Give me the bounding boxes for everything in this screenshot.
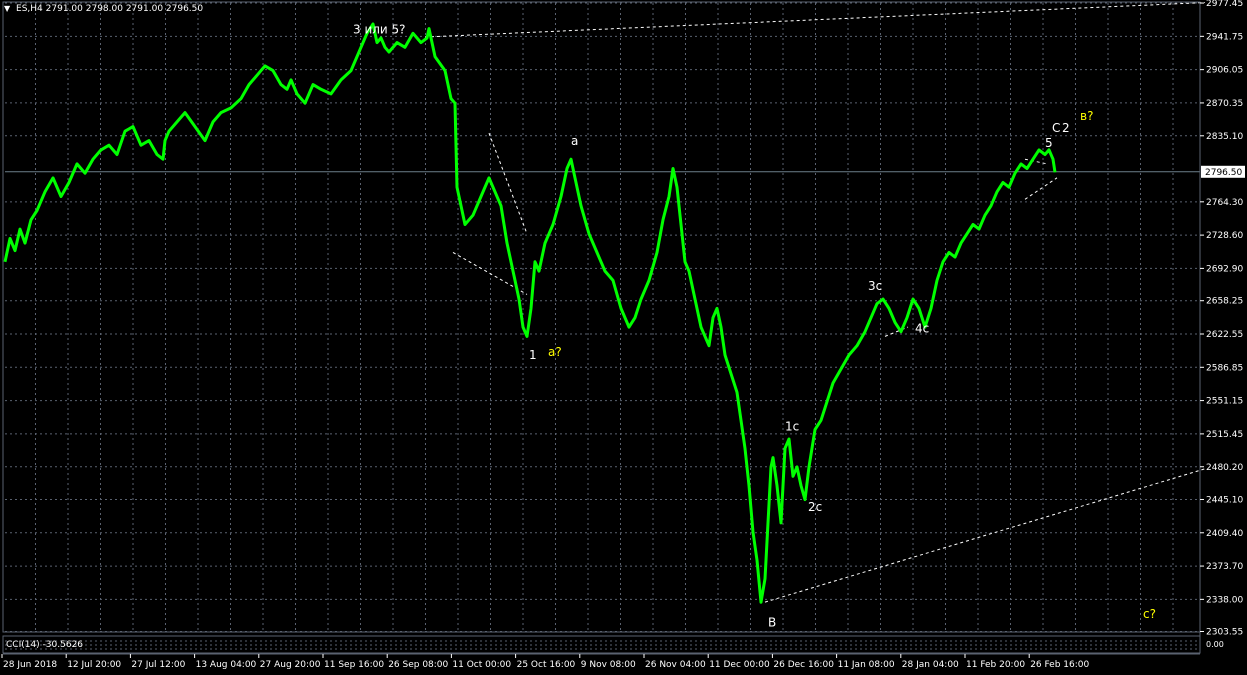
wave-label: 3 или 5? [353,22,406,36]
time-tick-label: 26 Sep 08:00 [388,660,448,670]
price-tick-label: 2480.20 [1206,463,1243,473]
price-line [3,22,1057,604]
time-tick-label: 13 Aug 04:00 [196,660,257,670]
price-tick-label: 2303.55 [1206,627,1243,637]
price-tick-label: 2445.10 [1206,495,1243,505]
time-tick-label: 25 Oct 16:00 [517,660,576,670]
wave-label: 2 [1062,121,1070,135]
trendline [884,326,909,337]
time-tick-label: 28 Jun 2018 [3,660,57,670]
price-tick-label: 2941.75 [1206,32,1243,42]
time-axis: 28 Jun 2018 12 Jul 20:00 27 Jul 12:00 13 Au… [1,653,1200,670]
trendline [1024,158,1048,165]
price-tick-label: 2551.15 [1206,397,1243,407]
wave-label: С [1052,121,1060,135]
price-axis: 2977.45 2941.75 2906.05 2870.35 2835.10 2796.… [1199,0,1245,653]
price-tick-label: 2977.45 [1206,0,1243,9]
wave-label: а? [548,345,562,359]
price-tick-label: 2586.85 [1206,363,1243,373]
trendlines [5,2,1206,603]
price-tick-label: 2658.25 [1206,297,1243,307]
time-tick-label: 9 Nov 08:00 [581,660,636,670]
time-tick-label: 12 Jul 20:00 [67,660,121,670]
price-tick-label: 2409.40 [1206,529,1243,539]
symbol-header: ▼ ES,H4 2791.00 2798.00 2791.00 2796.50 [4,4,203,14]
price-chart[interactable]: 3 или 5? а 1 а? 1с 2с В 3с 4с 5С 2 в? с? 2977.45 2941… [0,0,1247,675]
price-tick-label: 2373.70 [1206,562,1243,572]
chart-window[interactable]: 3 или 5? а 1 а? 1с 2с В 3с 4с 5 С 2 в? с? 2977.45 2941… [0,0,1247,675]
time-tick-label: 26 Dec 16:00 [773,660,834,670]
wave-label: 1с [785,420,799,434]
grid [2,1,1201,654]
wave-label: 3с [868,279,882,293]
price-tick-label: 2338.00 [1206,595,1243,605]
symbol-label: ES,H4 [16,4,43,14]
wave-label: 1 [529,348,537,362]
price-tick-label: 2796.50 [1205,168,1242,178]
price-tick-label: 2515.45 [1206,430,1243,440]
time-tick-label: 11 Oct 00:00 [452,660,511,670]
cci-axis-value: 0.00 [1206,640,1224,649]
time-tick-label: 26 Nov 04:00 [645,660,706,670]
time-tick-label: 11 Dec 00:00 [709,660,770,670]
price-tick-label: 2622.55 [1206,330,1243,340]
triangle-down-icon: ▼ [4,4,11,13]
price-tick-label: 2764.30 [1206,198,1243,208]
wave-label: а [571,134,578,148]
trendline [424,2,1206,38]
trendline [1024,177,1058,200]
wave-label: В [768,615,776,629]
price-tick-label: 2870.35 [1206,99,1243,109]
wave-label: с? [1143,607,1156,621]
time-tick-label: 28 Jan 04:00 [902,660,959,670]
time-tick-label: 26 Feb 16:00 [1030,660,1089,670]
time-tick-label: 27 Aug 20:00 [260,660,321,670]
time-tick-label: 11 Jan 08:00 [838,660,895,670]
cci-indicator-label: CCI(14) -30.5626 [6,640,84,650]
price-tick-label: 2906.05 [1206,66,1243,76]
price-series [3,22,1057,604]
wave-label: 5 [1045,136,1053,150]
ohlc-values: 2791.00 2798.00 2791.00 2796.50 [45,4,204,14]
wave-label: в? [1080,109,1093,123]
chart-frame [2,1,1201,633]
wave-label: 2с [808,500,822,514]
price-tick-label: 2692.90 [1206,264,1243,274]
time-tick-label: 11 Feb 20:00 [966,660,1025,670]
trendline [764,468,1206,603]
wave-label: 4с [915,322,929,336]
time-tick-label: 27 Jul 12:00 [131,660,185,670]
price-tick-label: 2728.60 [1206,231,1243,241]
price-tick-label: 2835.10 [1206,132,1243,142]
trendline [488,132,528,234]
time-tick-label: 11 Sep 16:00 [324,660,384,670]
